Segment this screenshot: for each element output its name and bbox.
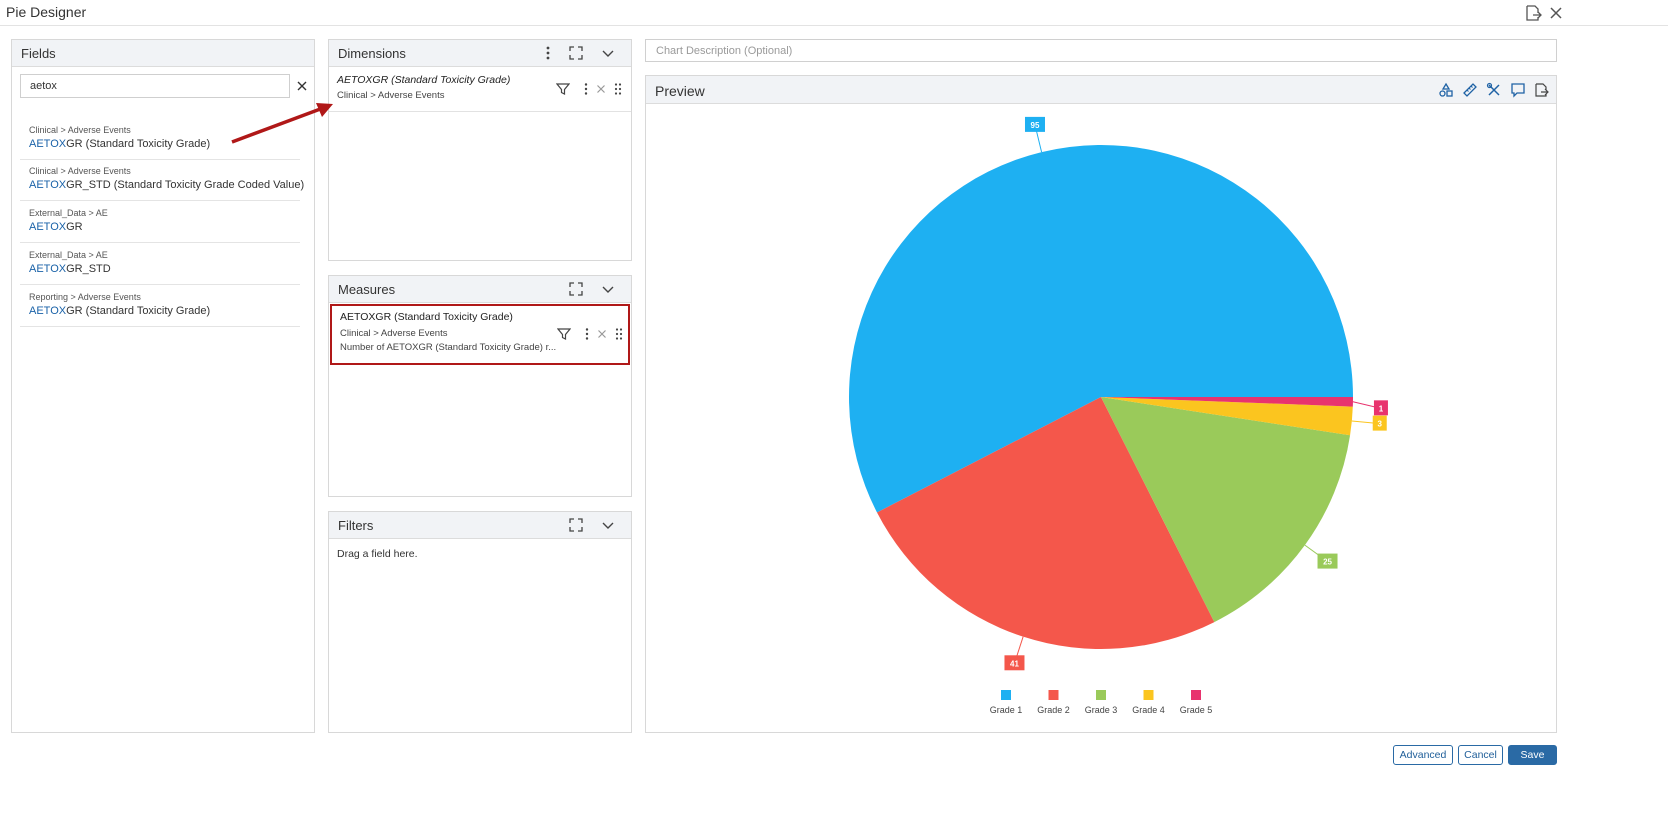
data-label: 95 [1031, 121, 1040, 130]
filter-icon[interactable] [556, 82, 570, 96]
tools-icon[interactable] [1486, 82, 1502, 98]
dimensions-title: Dimensions [338, 46, 406, 61]
filters-title: Filters [338, 518, 374, 533]
filters-panel: Filters Drag a field here. [328, 511, 632, 733]
legend-item[interactable]: Grade 4 [1132, 705, 1165, 715]
expand-icon[interactable] [568, 281, 584, 297]
legend-swatch[interactable] [1048, 690, 1059, 700]
field-name: AETOXGR [29, 221, 83, 233]
advanced-button[interactable]: Advanced [1393, 745, 1453, 765]
field-name: AETOXGR (Standard Toxicity Grade) [29, 305, 211, 317]
filters-header: Filters [329, 512, 631, 539]
filter-icon[interactable] [557, 327, 571, 341]
data-label: 3 [1378, 420, 1383, 429]
dimension-path: Clinical > Adverse Events [337, 90, 445, 101]
legend-swatch[interactable] [1143, 690, 1154, 700]
data-label: 1 [1379, 404, 1384, 413]
measures-title: Measures [338, 282, 396, 297]
save-button[interactable]: Save [1508, 745, 1557, 765]
field-item[interactable]: External_Data > AE AETOXGR [20, 201, 300, 243]
preview-header: Preview [646, 76, 1556, 104]
field-path: Clinical > Adverse Events [29, 125, 131, 135]
field-item[interactable]: Clinical > Adverse Events AETOXGR_STD (S… [20, 159, 304, 201]
field-path: Reporting > Adverse Events [29, 292, 141, 302]
field-path: Clinical > Adverse Events [29, 166, 131, 176]
data-label: 25 [1323, 558, 1332, 567]
field-path: External_Data > AE [29, 208, 108, 218]
ruler-icon[interactable] [1462, 82, 1478, 98]
more-options-icon[interactable] [540, 45, 556, 61]
legend-swatch[interactable] [1191, 690, 1201, 700]
legend-swatch[interactable] [1096, 690, 1106, 700]
shapes-icon[interactable] [1438, 82, 1454, 98]
measure-card[interactable]: AETOXGR (Standard Toxicity Grade) Clinic… [330, 304, 630, 365]
chevron-down-icon[interactable] [600, 281, 616, 297]
field-name: AETOXGR_STD [29, 263, 111, 275]
export-icon[interactable] [1533, 82, 1549, 98]
measure-path: Clinical > Adverse Events [340, 328, 448, 339]
close-icon[interactable] [1547, 4, 1565, 22]
chevron-down-icon[interactable] [600, 517, 616, 533]
field-item[interactable]: External_Data > AE AETOXGR_STD [20, 243, 300, 285]
field-path: External_Data > AE [29, 250, 108, 260]
fields-title: Fields [21, 46, 56, 61]
legend-item[interactable]: Grade 3 [1085, 705, 1118, 715]
measures-panel: Measures AETOXGR (Standard Toxicity Grad… [328, 275, 632, 497]
legend-item[interactable]: Grade 1 [990, 705, 1023, 715]
chart-description-input[interactable] [645, 39, 1557, 62]
measures-header: Measures [329, 276, 631, 303]
remove-icon[interactable] [595, 327, 609, 341]
annotation-arrow [231, 103, 333, 144]
more-options-icon[interactable] [579, 82, 593, 96]
drag-handle-icon[interactable] [611, 82, 625, 96]
field-name: AETOXGR_STD (Standard Toxicity Grade Cod… [29, 179, 305, 191]
chevron-down-icon[interactable] [600, 45, 616, 61]
legend-swatch[interactable] [1001, 690, 1011, 700]
dimensions-header: Dimensions [329, 40, 631, 67]
fields-header: Fields [12, 40, 314, 67]
dimensions-panel: Dimensions AETOXGR (Standard Toxicity Gr… [328, 39, 632, 261]
data-label: 41 [1010, 659, 1019, 668]
dimension-card[interactable]: AETOXGR (Standard Toxicity Grade) Clinic… [329, 68, 631, 112]
title-bar: Pie Designer [0, 0, 1668, 26]
expand-icon[interactable] [568, 45, 584, 61]
legend-item[interactable]: Grade 5 [1180, 705, 1213, 715]
export-icon[interactable] [1524, 4, 1542, 22]
legend-item[interactable]: Grade 2 [1037, 705, 1070, 715]
cancel-button[interactable]: Cancel [1458, 745, 1503, 765]
pie-chart: 95 41 25 3 1 Grade 1 Grade 2 Grade 3 Grade 4 Grad… [849, 116, 1388, 715]
field-name: AETOXGR (Standard Toxicity Grade) [29, 138, 211, 150]
comment-icon[interactable] [1510, 82, 1526, 98]
preview-panel: Preview 95 41 25 3 1 Grade 1 Grade 2 Grade 3 Gra… [645, 75, 1557, 733]
more-options-icon[interactable] [580, 327, 594, 341]
field-item[interactable]: Reporting > Adverse Events AETOXGR (Stan… [20, 285, 300, 327]
measure-name: AETOXGR (Standard Toxicity Grade) [340, 311, 513, 323]
filters-drop-zone[interactable]: Drag a field here. [337, 548, 418, 560]
expand-icon[interactable] [568, 517, 584, 533]
dimension-name: AETOXGR (Standard Toxicity Grade) [337, 74, 511, 86]
window-title: Pie Designer [6, 4, 87, 20]
preview-title: Preview [655, 83, 705, 99]
drag-handle-icon[interactable] [612, 327, 626, 341]
measure-detail: Number of AETOXGR (Standard Toxicity Gra… [340, 342, 557, 353]
remove-icon[interactable] [594, 82, 608, 96]
